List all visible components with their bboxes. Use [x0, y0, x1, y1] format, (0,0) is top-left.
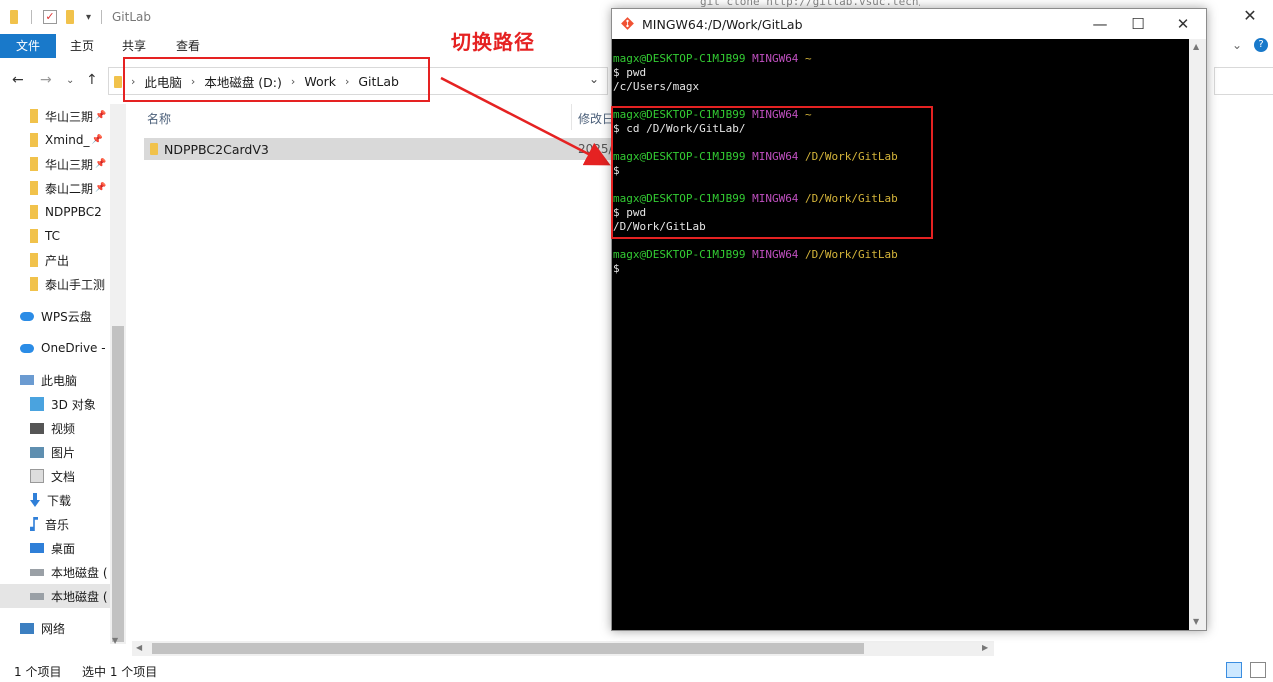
terminal-behind-text: git clone http://gitlab.vsuc.tech/fund/P…: [700, 0, 920, 8]
terminal-title: MINGW64:/D/Work/GitLab: [642, 17, 803, 32]
prompt-shell: MINGW64: [745, 52, 799, 65]
terminal-command-line: $: [613, 262, 627, 275]
prompt-path: ~: [798, 52, 812, 65]
prompt-path: /D/Work/GitLab: [798, 248, 898, 261]
prompt-user: magx@DESKTOP-C1MJB99: [613, 52, 746, 65]
terminal-prompt-line: magx@DESKTOP-C1MJB99 MINGW64 ~: [613, 52, 1189, 66]
terminal-scrollbar[interactable]: ▲ ▼: [1189, 39, 1206, 630]
terminal-minimize-icon[interactable]: —: [1082, 12, 1118, 36]
prompt-user: magx@DESKTOP-C1MJB99: [613, 248, 746, 261]
git-icon: [621, 17, 634, 30]
desktop: ✓ ▾ GitLab ✕ 文件 主页 共享 查看 ⌄ ? ← → ⌄ ↑ › 此…: [0, 0, 1273, 682]
terminal-maximize-icon[interactable]: ☐: [1120, 12, 1156, 36]
terminal-close-icon[interactable]: ✕: [1165, 12, 1201, 36]
terminal-prompt-line: magx@DESKTOP-C1MJB99 MINGW64 /D/Work/Git…: [613, 248, 1189, 262]
terminal-window[interactable]: MINGW64:/D/Work/GitLab — ☐ ✕ magx@DESKTO…: [611, 8, 1207, 631]
terminal-scroll-down-icon[interactable]: ▼: [1193, 617, 1199, 626]
prompt-shell: MINGW64: [745, 248, 799, 261]
terminal-titlebar[interactable]: MINGW64:/D/Work/GitLab — ☐ ✕: [612, 9, 1206, 39]
terminal-highlight-box: [611, 106, 933, 239]
terminal-output-line: /c/Users/magx: [613, 80, 700, 93]
terminal-command-line: $ pwd: [613, 66, 647, 79]
terminal-scroll-up-icon[interactable]: ▲: [1193, 42, 1199, 51]
